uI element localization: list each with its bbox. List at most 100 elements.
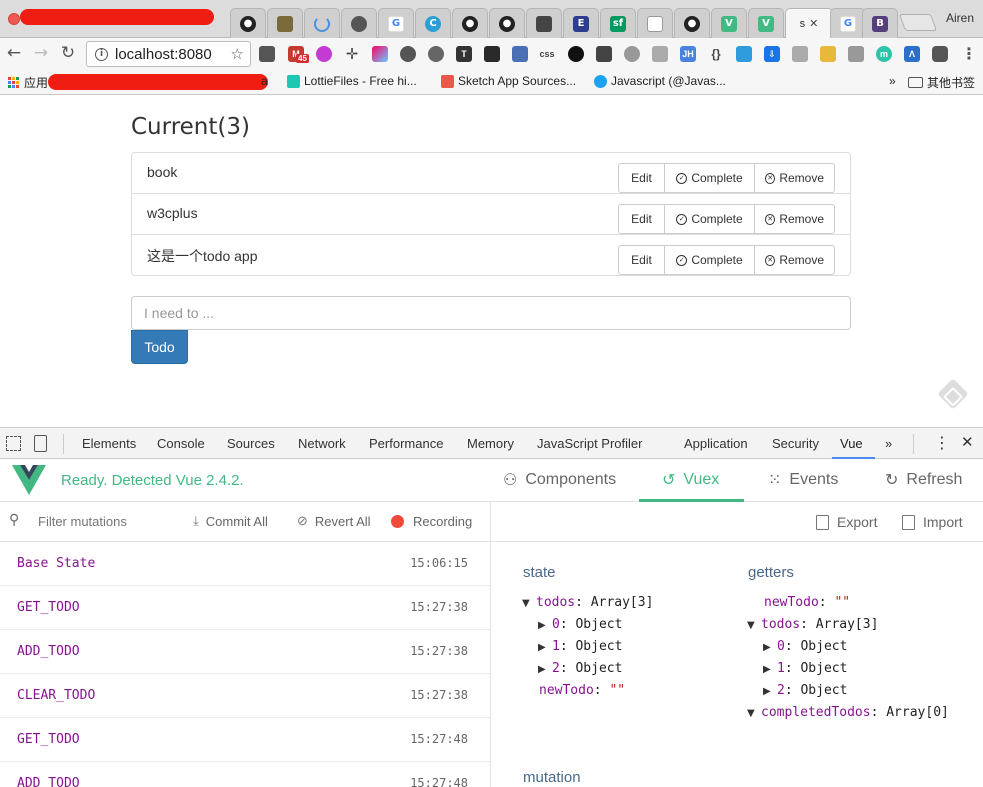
edit-button[interactable]: Edit (618, 245, 665, 275)
gray-icon[interactable] (848, 46, 864, 62)
tab-bootstrap[interactable]: B (862, 8, 898, 38)
commit-all-button[interactable]: ⤓ Commit All (193, 514, 268, 529)
add-todo-button[interactable]: Todo (131, 330, 188, 364)
getter-completed-row[interactable]: ▼ completedTodos: Array[0] (747, 705, 949, 720)
export-button[interactable]: Export (816, 514, 877, 530)
text-icon[interactable]: T (456, 46, 472, 62)
qr-icon[interactable] (259, 46, 275, 62)
shield-icon[interactable] (652, 46, 668, 62)
tab-javascript-profiler[interactable]: JavaScript Profiler (537, 436, 642, 451)
bookmarks-overflow[interactable]: » (889, 74, 896, 88)
note-icon[interactable] (820, 46, 836, 62)
tab-10[interactable]: E (563, 8, 599, 38)
complete-button[interactable]: ✓ Complete (664, 163, 755, 193)
refresh-button[interactable]: ↻ Refresh (885, 470, 962, 489)
tab-github-4[interactable]: ● (674, 8, 710, 38)
tab-elements[interactable]: Elements (82, 436, 136, 451)
color-picker-icon[interactable] (316, 46, 332, 62)
getter-todo-item-row[interactable]: ▶ 2: Object (763, 683, 847, 698)
new-todo-input[interactable] (131, 296, 851, 330)
edit-button[interactable]: Edit (618, 204, 665, 234)
reload-icon[interactable]: ↻ (58, 43, 78, 63)
css-icon[interactable]: css (539, 46, 555, 62)
tab-9[interactable] (526, 8, 562, 38)
complete-button[interactable]: ✓ Complete (664, 204, 755, 234)
tab-security[interactable]: Security (772, 436, 819, 451)
bookmark-sketch[interactable]: Sketch App Sources... (441, 74, 576, 88)
move-icon[interactable]: ✛ (344, 46, 360, 63)
filter-mutations-input[interactable] (38, 514, 178, 529)
remove-button[interactable]: ✕ Remove (754, 204, 835, 234)
lambda-icon[interactable]: Λ (904, 46, 920, 62)
tab-github-2[interactable]: ● (452, 8, 488, 38)
bookmark-apps[interactable]: 应用 (8, 74, 48, 91)
close-window-button[interactable] (8, 13, 20, 25)
address-bar[interactable]: i localhost:8080 ☆ (86, 41, 251, 67)
dark-ext-icon[interactable] (484, 46, 500, 62)
pocket-icon[interactable] (932, 46, 948, 62)
new-tab-button[interactable] (898, 14, 938, 31)
bookmark-other[interactable]: 其他书签 (908, 74, 975, 91)
download-icon[interactable]: ⇩ (764, 46, 780, 62)
state-todos-row[interactable]: ▼ todos: Array[3] (522, 595, 653, 610)
tab-network[interactable]: Network (298, 436, 346, 451)
import-button[interactable]: Import (902, 514, 963, 530)
tab-github-3[interactable]: ● (489, 8, 525, 38)
edit-button[interactable]: Edit (618, 163, 665, 193)
remove-button[interactable]: ✕ Remove (754, 163, 835, 193)
tab-2[interactable] (267, 8, 303, 38)
tab-memory[interactable]: Memory (467, 436, 514, 451)
tab-sf[interactable]: sf (600, 8, 636, 38)
forward-arrow-icon[interactable]: → (31, 43, 51, 63)
window-icon[interactable] (512, 46, 528, 62)
tab-active[interactable]: s ✕ (785, 8, 833, 38)
tab-application[interactable]: Application (684, 436, 748, 451)
tab-doc[interactable] (637, 8, 673, 38)
tab-sources[interactable]: Sources (227, 436, 275, 451)
mutation-row[interactable]: Base State 15:06:15 (0, 542, 490, 586)
tab-performance[interactable]: Performance (369, 436, 443, 451)
tab-4[interactable] (341, 8, 377, 38)
tab-google-2[interactable]: G (830, 8, 866, 38)
gmail-icon[interactable]: M45 (288, 46, 309, 63)
profile-name[interactable]: Airen (946, 11, 974, 25)
bookmark-lottiefiles[interactable]: LottieFiles - Free hi... (287, 74, 417, 88)
back-arrow-icon[interactable]: ← (4, 43, 24, 63)
tab-console[interactable]: Console (157, 436, 205, 451)
mutation-row[interactable]: ADD_TODO 15:27:48 (0, 762, 490, 787)
tab-vue[interactable]: Vue (840, 436, 863, 451)
device-toggle-icon[interactable] (34, 435, 47, 452)
tab-6[interactable]: C (415, 8, 451, 38)
mutation-row[interactable]: GET_TODO 15:27:48 (0, 718, 490, 762)
inspect-element-icon[interactable] (6, 436, 21, 451)
sync-icon[interactable] (400, 46, 416, 62)
revert-all-button[interactable]: ⊘ Revert All (297, 514, 371, 529)
mutation-row[interactable]: ADD_TODO 15:27:38 (0, 630, 490, 674)
react-icon[interactable] (624, 46, 640, 62)
tab-loading[interactable] (304, 8, 340, 38)
complete-button[interactable]: ✓ Complete (664, 245, 755, 275)
getter-todo-item-row[interactable]: ▶ 0: Object (763, 639, 847, 654)
tab-vue-1[interactable]: V (711, 8, 747, 38)
mutation-row[interactable]: CLEAR_TODO 15:27:38 (0, 674, 490, 718)
bookmark-twitter[interactable]: Javascript (@Javas... (594, 74, 726, 88)
recording-toggle[interactable]: Recording (391, 514, 472, 529)
state-newtodo-row[interactable]: newTodo: "" (539, 683, 625, 698)
state-todo-item-row[interactable]: ▶ 1: Object (538, 639, 622, 654)
info-icon[interactable]: i (95, 47, 108, 61)
star-icon[interactable]: ☆ (231, 45, 244, 63)
more-tabs-button[interactable]: » (885, 436, 892, 451)
page-icon[interactable] (792, 46, 808, 62)
tab-events[interactable]: ⁙ Events (768, 470, 838, 489)
menu-dots-icon[interactable]: ⋮ (961, 46, 977, 63)
close-icon[interactable]: ✕ (809, 17, 818, 30)
tab-vuex[interactable]: ↺ Vuex (662, 470, 719, 489)
m-icon[interactable]: m (876, 46, 892, 62)
mutation-row[interactable]: GET_TODO 15:27:38 (0, 586, 490, 630)
getter-newtodo-row[interactable]: newTodo: "" (764, 595, 850, 610)
devtools-menu-icon[interactable]: ⋮ (934, 433, 950, 452)
gear-icon[interactable] (428, 46, 444, 62)
state-todo-item-row[interactable]: ▶ 0: Object (538, 617, 622, 632)
tab-vue-2[interactable]: V (748, 8, 784, 38)
url-text[interactable]: localhost:8080 (115, 46, 212, 63)
